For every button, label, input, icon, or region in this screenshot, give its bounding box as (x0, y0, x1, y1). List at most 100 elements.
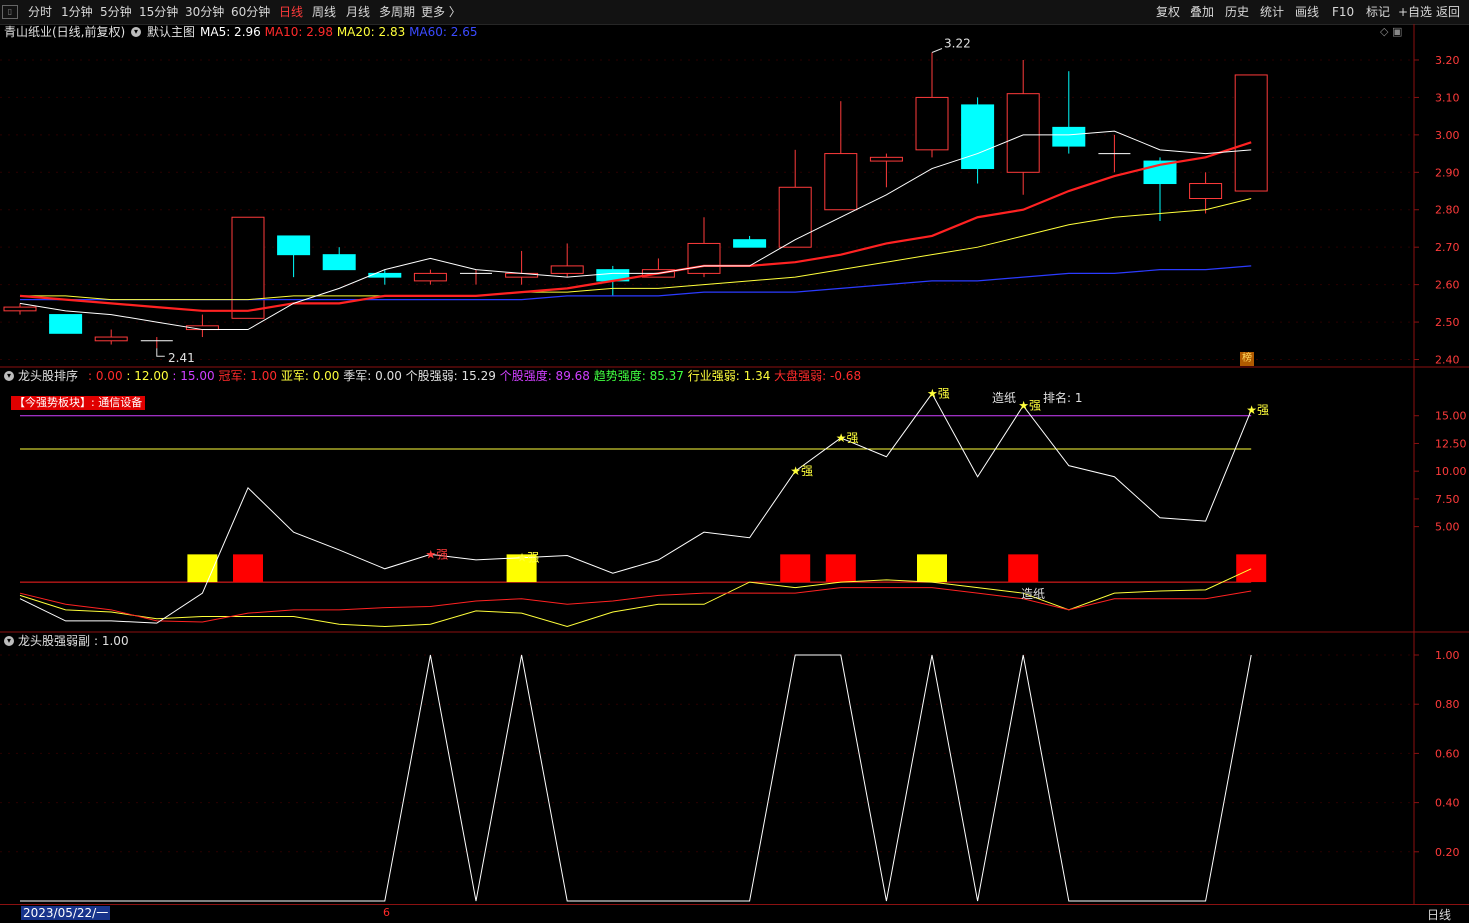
ranking-stat-0: : 0.00 (88, 369, 127, 383)
candle-up (869, 156, 903, 162)
strong-star-marker: ★强 (517, 551, 540, 565)
low-pointer (156, 348, 165, 357)
ranking-stat-6: 个股强弱: 15.29 (405, 369, 500, 383)
candle-up (550, 265, 584, 274)
toolbar-btn-8[interactable]: 返回 (1436, 3, 1460, 21)
chart-area[interactable]: 3.20 3.10 3.00 2.90 2.80 2.70 2.60 2.50 2.40 3.22… (0, 24, 1469, 904)
tab-10[interactable]: 更多 〉 (421, 3, 461, 21)
red-bar (1236, 554, 1267, 583)
tab-0[interactable]: 分时 (28, 3, 52, 21)
settings-dot-icon[interactable]: ▾ (131, 27, 141, 37)
tab-8[interactable]: 月线 (346, 3, 370, 21)
y-tick-label: 2.90 (1435, 166, 1460, 179)
y-tick-label: 0.20 (1435, 846, 1460, 859)
high-price-label: 3.22 (944, 36, 971, 50)
tab-7[interactable]: 周线 (312, 3, 336, 21)
candle-down (49, 314, 83, 334)
y-tick-label: 7.50 (1435, 493, 1460, 506)
time-axis-bar (0, 904, 1469, 922)
y-tick-label: 0.80 (1435, 698, 1460, 711)
strength-line (19, 392, 1252, 624)
panel-options-icon[interactable]: ◇ ▣ (1380, 25, 1402, 39)
template-label[interactable]: 默认主图 (147, 25, 195, 39)
ranking-stat-9: 行业强弱: 1.34 (687, 369, 775, 383)
rank-badge[interactable]: 榜 (1240, 352, 1254, 366)
candle-up (915, 96, 949, 151)
stock-title: 青山纸业(日线,前复权) (4, 25, 126, 39)
ranking-stat-2: : 15.00 (172, 369, 219, 383)
candle-up (1006, 93, 1040, 173)
toolbar-btn-3[interactable]: 统计 (1260, 3, 1284, 21)
strong-star-marker: ★强 (927, 387, 950, 401)
candle-down (1052, 126, 1086, 147)
candle-up (413, 272, 447, 282)
ranking-stat-5: 季军: 0.00 (343, 369, 406, 383)
sector-label: 【今强势板块】: 通信设备 (11, 396, 146, 410)
bottom-sector-label: 造纸 (1021, 587, 1046, 601)
strong-star-marker: ★强 (836, 431, 859, 445)
toolbar-btn-2[interactable]: 历史 (1225, 3, 1249, 21)
sub-strength-line (20, 654, 1252, 902)
tab-6[interactable]: 日线 (279, 3, 303, 21)
ma-legend-1: MA10: 2.98 (264, 25, 337, 39)
y-tick-label: 5.00 (1435, 521, 1460, 534)
y-tick-label: 2.60 (1435, 279, 1460, 292)
ma-legend: MA5: 2.96 MA10: 2.98 MA20: 2.83 MA60: 2.… (200, 25, 477, 39)
y-tick-label: 2.50 (1435, 316, 1460, 329)
settings-dot-icon[interactable]: ▾ (4, 371, 14, 381)
candle-up (778, 186, 812, 248)
y-tick-label: 0.40 (1435, 797, 1460, 810)
ma10-line (19, 141, 1252, 312)
toolbar-btn-6[interactable]: 标记 (1366, 3, 1390, 21)
high-pointer (931, 48, 943, 53)
toolbar-btn-4[interactable]: 画线 (1295, 3, 1319, 21)
toolbar-btn-1[interactable]: 叠加 (1190, 3, 1214, 21)
strong-star-marker: ★强 (425, 547, 448, 561)
month-tick-label: 6 (383, 906, 390, 919)
tab-5[interactable]: 60分钟 (231, 3, 270, 21)
y-tick-label: 2.40 (1435, 354, 1460, 367)
y-tick-label: 2.70 (1435, 241, 1460, 254)
ranking-stat-1: : 12.00 (126, 369, 173, 383)
y-tick-label: 1.00 (1435, 649, 1460, 662)
candle-down (277, 235, 311, 256)
toolbar-btn-5[interactable]: F10 (1332, 3, 1354, 21)
date-cursor-label: 2023/05/22/一 (21, 906, 111, 920)
strong-star-marker: ★强 (1246, 403, 1269, 417)
candle-up (1234, 74, 1268, 192)
ranking-title: 龙头股排序 (18, 369, 79, 383)
red-bar (825, 554, 856, 583)
ranking-stat-8: 趋势强度: 85.37 (593, 369, 688, 383)
tab-2[interactable]: 5分钟 (100, 3, 132, 21)
ma-legend-3: MA60: 2.65 (409, 25, 478, 39)
tab-4[interactable]: 30分钟 (185, 3, 224, 21)
ranking-stat-3: 冠军: 1.00 (218, 369, 281, 383)
sub-panel-title: 龙头股强弱副 (18, 634, 91, 648)
y-tick-label: 0.60 (1435, 747, 1460, 760)
toolbar-btn-7[interactable]: +自选 (1398, 3, 1432, 21)
candle-down (322, 254, 356, 271)
tab-1[interactable]: 1分钟 (61, 3, 93, 21)
tab-3[interactable]: 15分钟 (139, 3, 178, 21)
period-toolbar: ▯ 分时 1分钟 5分钟 15分钟 30分钟 60分钟 日线 周线 月线 多周期 更多 〉 复权 叠加… (0, 0, 1469, 25)
candle-up (824, 153, 858, 211)
yellow-bar (917, 554, 947, 583)
candle-up (231, 216, 265, 319)
red-bar (1008, 554, 1039, 583)
y-tick-label: 12.50 (1435, 437, 1467, 450)
low-price-label: 2.41 (168, 351, 195, 365)
y-tick-label: 10.00 (1435, 465, 1467, 478)
toolbar-btn-0[interactable]: 复权 (1156, 3, 1180, 21)
rank-text: 排名: 1 (1043, 391, 1083, 405)
y-tick-label: 3.10 (1435, 91, 1460, 104)
y-tick-label: 15.00 (1435, 410, 1467, 423)
strong-star-marker: ★强 (1018, 399, 1041, 413)
settings-dot-icon[interactable]: ▾ (4, 636, 14, 646)
red-bar (233, 554, 263, 583)
tab-9[interactable]: 多周期 (379, 3, 415, 21)
candle-up (1189, 183, 1223, 200)
ma-legend-2: MA20: 2.83 (336, 25, 410, 39)
candle-up (3, 306, 37, 312)
period-label[interactable]: 日线 (1427, 906, 1451, 923)
y-tick-label: 2.80 (1435, 204, 1460, 217)
